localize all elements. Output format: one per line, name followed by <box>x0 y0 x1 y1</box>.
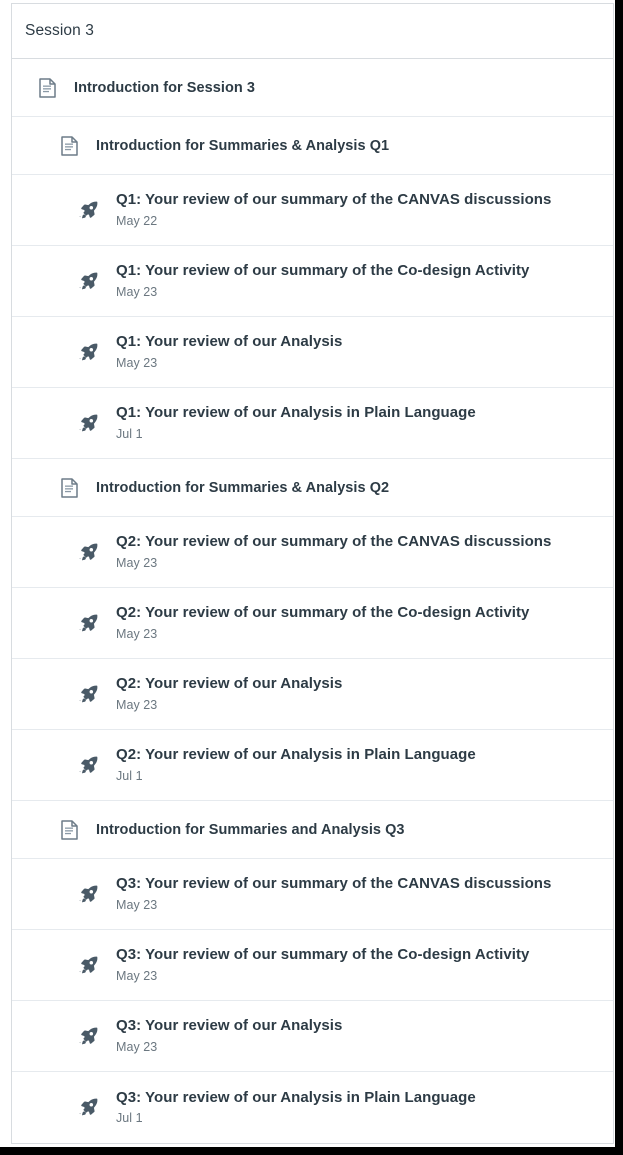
document-page-icon <box>58 477 80 499</box>
module-item-row[interactable]: Q3: Your review of our Analysis in Plain… <box>12 1072 613 1143</box>
row-body: Q3: Your review of our Analysis May 23 <box>116 1017 342 1055</box>
rocket-icon <box>77 1097 99 1119</box>
item-due-date: May 22 <box>116 213 158 228</box>
rocket-icon <box>77 1025 99 1047</box>
row-body: Introduction for Summaries & Analysis Q2 <box>96 480 389 496</box>
module-subheader-row[interactable]: Introduction for Summaries & Analysis Q2 <box>12 459 613 517</box>
subheader-title[interactable]: Introduction for Summaries & Analysis Q1 <box>96 138 389 154</box>
rocket-icon <box>77 412 99 434</box>
item-due-date: Jul 1 <box>116 768 143 783</box>
module-item-row[interactable]: Q3: Your review of our Analysis May 23 <box>12 1001 613 1072</box>
rocket-icon <box>77 883 99 905</box>
rocket-icon <box>77 954 99 976</box>
module-item-row[interactable]: Q3: Your review of our summary of the CA… <box>12 859 613 930</box>
subheader-title[interactable]: Introduction for Summaries and Analysis … <box>96 822 405 838</box>
item-due-date: May 23 <box>116 697 158 712</box>
row-body: Q2: Your review of our summary of the CA… <box>116 533 551 571</box>
row-body: Q1: Your review of our Analysis May 23 <box>116 333 342 371</box>
row-body: Q3: Your review of our Analysis in Plain… <box>116 1089 476 1127</box>
module-subheader-row[interactable]: Introduction for Summaries & Analysis Q1 <box>12 117 613 175</box>
document-page-icon <box>58 819 80 841</box>
module-card: Session 3 Introduction for Session 3 Intr… <box>11 3 614 1144</box>
item-title[interactable]: Q2: Your review of our summary of the Co… <box>116 604 529 623</box>
item-title[interactable]: Q1: Your review of our summary of the Co… <box>116 262 529 281</box>
module-item-row[interactable]: Q1: Your review of our Analysis in Plain… <box>12 388 613 459</box>
item-title[interactable]: Q1: Your review of our Analysis in Plain… <box>116 404 476 423</box>
subheader-title[interactable]: Introduction for Summaries & Analysis Q2 <box>96 480 389 496</box>
rocket-icon <box>77 341 99 363</box>
rocket-icon <box>77 270 99 292</box>
module-item-row[interactable]: Q2: Your review of our Analysis in Plain… <box>12 730 613 801</box>
row-body: Q3: Your review of our summary of the CA… <box>116 875 551 913</box>
module-header: Session 3 <box>12 4 613 59</box>
page-edge-bottom <box>0 1147 623 1155</box>
module-item-row[interactable]: Q2: Your review of our Analysis May 23 <box>12 659 613 730</box>
rocket-icon <box>77 683 99 705</box>
module-item-row[interactable]: Q1: Your review of our summary of the Co… <box>12 246 613 317</box>
module-item-row[interactable]: Q2: Your review of our summary of the Co… <box>12 588 613 659</box>
subheader-title[interactable]: Introduction for Session 3 <box>74 80 255 96</box>
module-subheader-row[interactable]: Introduction for Summaries and Analysis … <box>12 801 613 859</box>
item-title[interactable]: Q3: Your review of our summary of the Co… <box>116 946 529 965</box>
row-body: Introduction for Session 3 <box>74 80 255 96</box>
item-due-date: May 23 <box>116 355 158 370</box>
item-due-date: May 23 <box>116 626 158 641</box>
row-body: Q1: Your review of our summary of the CA… <box>116 191 551 229</box>
item-title[interactable]: Q3: Your review of our Analysis in Plain… <box>116 1089 476 1108</box>
document-page-icon <box>36 77 58 99</box>
item-due-date: May 23 <box>116 284 158 299</box>
item-due-date: Jul 1 <box>116 426 143 441</box>
row-body: Q2: Your review of our summary of the Co… <box>116 604 529 642</box>
module-title: Session 3 <box>25 22 94 39</box>
item-title[interactable]: Q3: Your review of our Analysis <box>116 1017 342 1036</box>
row-body: Q3: Your review of our summary of the Co… <box>116 946 529 984</box>
module-items-list: Introduction for Session 3 Introduction f… <box>12 59 613 1143</box>
item-due-date: May 23 <box>116 897 158 912</box>
module-subheader-row[interactable]: Introduction for Session 3 <box>12 59 613 117</box>
row-body: Introduction for Summaries & Analysis Q1 <box>96 138 389 154</box>
item-due-date: May 23 <box>116 555 158 570</box>
item-due-date: May 23 <box>116 1039 158 1054</box>
module-item-row[interactable]: Q2: Your review of our summary of the CA… <box>12 517 613 588</box>
item-title[interactable]: Q2: Your review of our summary of the CA… <box>116 533 551 552</box>
row-body: Q2: Your review of our Analysis in Plain… <box>116 746 476 784</box>
module-item-row[interactable]: Q1: Your review of our Analysis May 23 <box>12 317 613 388</box>
row-body: Q1: Your review of our Analysis in Plain… <box>116 404 476 442</box>
module-item-row[interactable]: Q3: Your review of our summary of the Co… <box>12 930 613 1001</box>
rocket-icon <box>77 612 99 634</box>
rocket-icon <box>77 754 99 776</box>
row-body: Q1: Your review of our summary of the Co… <box>116 262 529 300</box>
page-edge-right <box>615 0 623 1155</box>
item-due-date: May 23 <box>116 968 158 983</box>
item-title[interactable]: Q1: Your review of our summary of the CA… <box>116 191 551 210</box>
item-title[interactable]: Q1: Your review of our Analysis <box>116 333 342 352</box>
item-title[interactable]: Q2: Your review of our Analysis <box>116 675 342 694</box>
item-title[interactable]: Q3: Your review of our summary of the CA… <box>116 875 551 894</box>
module-item-row[interactable]: Q1: Your review of our summary of the CA… <box>12 175 613 246</box>
row-body: Introduction for Summaries and Analysis … <box>96 822 405 838</box>
rocket-icon <box>77 199 99 221</box>
row-body: Q2: Your review of our Analysis May 23 <box>116 675 342 713</box>
item-due-date: Jul 1 <box>116 1111 143 1126</box>
document-page-icon <box>58 135 80 157</box>
rocket-icon <box>77 541 99 563</box>
item-title[interactable]: Q2: Your review of our Analysis in Plain… <box>116 746 476 765</box>
